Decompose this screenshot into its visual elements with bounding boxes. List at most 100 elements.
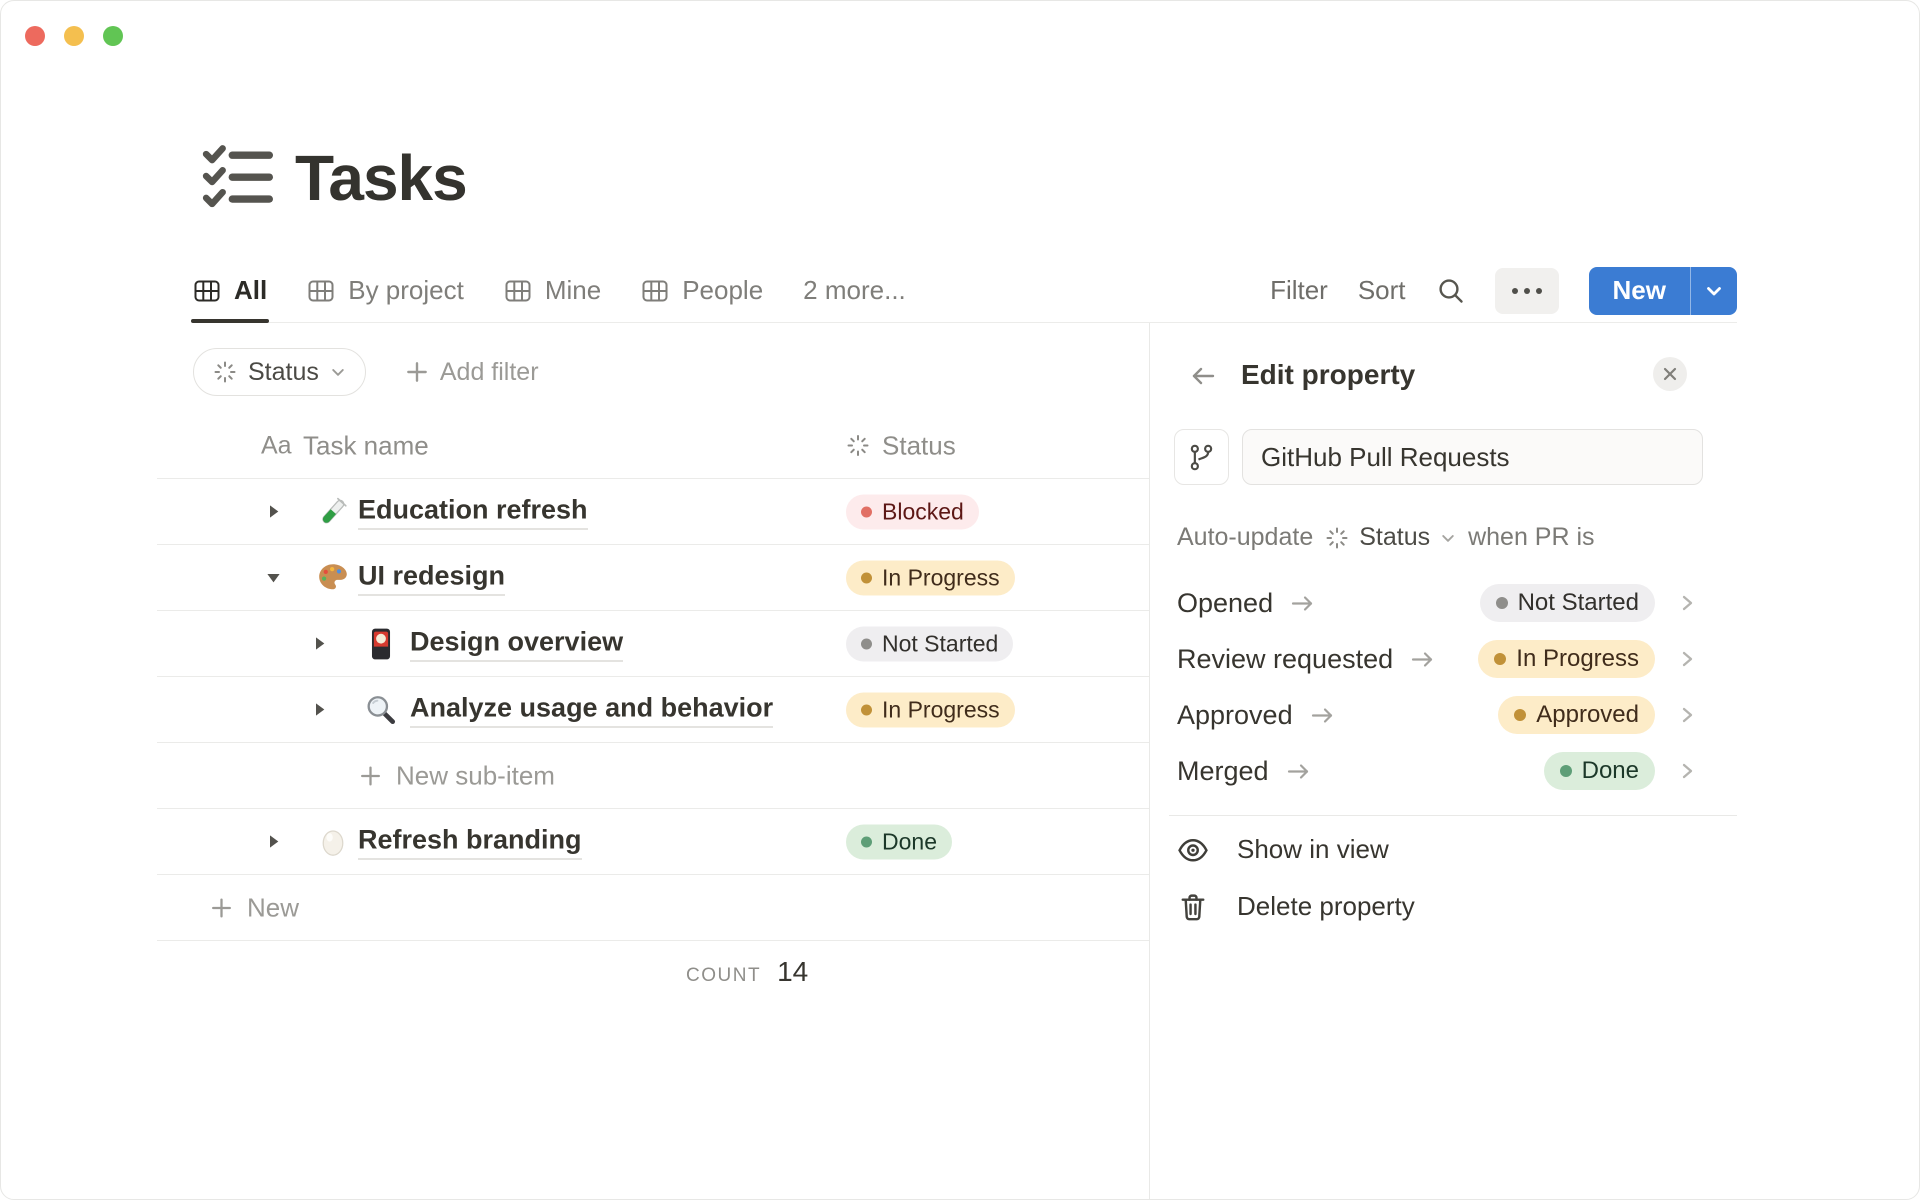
status-label: Done: [1581, 757, 1639, 784]
expand-toggle-icon[interactable]: [259, 498, 287, 526]
status-dot: [1495, 597, 1508, 609]
status-burst-icon: [1326, 527, 1348, 548]
status-badge[interactable]: Done: [1543, 752, 1655, 790]
table-row: UI redesign In Progress: [157, 545, 1149, 611]
arrow-right-icon: [1409, 646, 1436, 673]
task-name-link[interactable]: Design overview: [410, 626, 624, 661]
status-badge[interactable]: Done: [846, 824, 952, 859]
tasks-table: Aa Task name Status Education refresh Bl…: [157, 413, 1149, 1003]
task-name-link[interactable]: UI redesign: [358, 560, 506, 595]
status-filter-chip[interactable]: Status: [193, 348, 366, 396]
minimize-window-button[interactable]: [64, 26, 84, 46]
chevron-down-icon: [1707, 286, 1721, 295]
tab-label: All: [234, 275, 268, 305]
action-label: Show in view: [1237, 834, 1389, 864]
mapping-row-approved[interactable]: Approved Approved: [1177, 687, 1697, 743]
mapping-row-review-requested[interactable]: Review requested In Progress: [1177, 631, 1697, 687]
view-toolbar: Filter Sort New: [1270, 266, 1737, 315]
mapping-row-merged[interactable]: Merged Done: [1177, 743, 1697, 799]
property-name-row: [1174, 429, 1703, 485]
zoom-window-button[interactable]: [103, 26, 123, 46]
count-label: COUNT: [686, 965, 762, 986]
auto-update-status-select[interactable]: Status: [1325, 523, 1456, 552]
table-icon: [642, 280, 668, 301]
chevron-down-icon: [330, 364, 346, 380]
close-window-button[interactable]: [25, 26, 45, 46]
column-header-status[interactable]: Status: [846, 430, 956, 461]
status-badge[interactable]: Blocked: [846, 494, 979, 529]
app-window: Tasks All By project Mine People 2 more.…: [0, 0, 1920, 1200]
panel-title: Edit property: [1241, 359, 1416, 390]
status-label: Not Started: [882, 630, 999, 656]
table-row: Education refresh Blocked: [157, 479, 1149, 545]
auto-update-row: Auto-update Status when PR is: [1177, 523, 1595, 552]
chevron-right-icon[interactable]: [1677, 761, 1697, 781]
new-button[interactable]: New: [1589, 267, 1690, 315]
checklist-icon: [201, 141, 275, 215]
flower-card-icon: [363, 626, 399, 662]
task-name-link[interactable]: Analyze usage and behavior: [410, 692, 774, 727]
table-icon: [505, 280, 531, 301]
tab-all[interactable]: All: [190, 259, 270, 323]
arrow-right-icon: [1285, 758, 1312, 785]
chevron-down-icon: [1442, 534, 1454, 542]
delete-property-button[interactable]: Delete property: [1177, 878, 1697, 935]
status-dot: [1559, 765, 1572, 777]
count-calculation[interactable]: COUNT 14: [686, 956, 808, 988]
expand-toggle-icon[interactable]: [259, 828, 287, 856]
task-name-link[interactable]: Refresh branding: [358, 824, 582, 859]
action-label: Delete property: [1237, 891, 1415, 921]
filter-button[interactable]: Filter: [1270, 275, 1328, 306]
table-row: Analyze usage and behavior In Progress: [157, 677, 1149, 743]
show-in-view-button[interactable]: Show in view: [1177, 821, 1697, 878]
expand-toggle-icon[interactable]: [305, 696, 333, 724]
tab-people[interactable]: People: [641, 259, 763, 322]
status-badge[interactable]: In Progress: [1478, 640, 1655, 678]
back-arrow-icon[interactable]: [1188, 361, 1218, 396]
expand-toggle-icon[interactable]: [305, 630, 333, 658]
tab-by-project[interactable]: By project: [307, 259, 464, 322]
git-branch-icon[interactable]: [1174, 429, 1229, 485]
status-badge[interactable]: Approved: [1498, 696, 1655, 734]
tab-label: People: [682, 275, 764, 305]
column-header-task-name[interactable]: Task name: [303, 430, 429, 461]
pr-event-label: Review requested: [1177, 643, 1394, 674]
status-label: In Progress: [882, 564, 1000, 590]
mapping-row-opened[interactable]: Opened Not Started: [1177, 575, 1697, 631]
tab-label: Mine: [544, 275, 602, 305]
close-icon[interactable]: [1653, 357, 1687, 391]
tab-label: 2 more...: [803, 275, 906, 305]
panel-header: Edit property: [1150, 355, 1737, 399]
status-badge[interactable]: In Progress: [846, 692, 1015, 727]
collapse-toggle-icon[interactable]: [259, 564, 287, 592]
status-badge[interactable]: Not Started: [1479, 584, 1655, 622]
status-badge[interactable]: Not Started: [846, 626, 1014, 661]
tab-more-views[interactable]: 2 more...: [803, 259, 906, 322]
pr-status-mappings: Opened Not Started Review requested In P…: [1177, 575, 1697, 799]
add-filter-button[interactable]: Add filter: [404, 358, 539, 387]
plus-icon: [407, 362, 427, 382]
status-dot: [861, 572, 872, 583]
more-options-button[interactable]: [1494, 267, 1559, 314]
page-title: Tasks: [295, 142, 468, 214]
property-name-input[interactable]: [1242, 429, 1703, 485]
arrow-right-icon: [1309, 702, 1336, 729]
chevron-right-icon[interactable]: [1677, 705, 1697, 725]
tab-mine[interactable]: Mine: [504, 259, 601, 322]
status-burst-icon: [214, 361, 236, 383]
status-dot: [861, 638, 872, 649]
count-value: 14: [777, 956, 809, 987]
chevron-right-icon[interactable]: [1677, 649, 1697, 669]
new-dropdown-button[interactable]: [1691, 267, 1737, 315]
edit-property-panel: Edit property Auto-update: [1150, 323, 1737, 1199]
window-controls: [25, 26, 123, 46]
search-icon[interactable]: [1436, 276, 1465, 305]
new-sub-item-row[interactable]: New sub-item: [157, 743, 1149, 809]
add-filter-label: Add filter: [439, 357, 539, 386]
chevron-right-icon[interactable]: [1677, 593, 1697, 613]
sort-button[interactable]: Sort: [1358, 275, 1406, 306]
new-task-row[interactable]: New: [157, 875, 1149, 941]
task-name-link[interactable]: Education refresh: [358, 494, 588, 529]
status-badge[interactable]: In Progress: [846, 560, 1015, 595]
view-tab-bar: All By project Mine People 2 more... Fil…: [190, 259, 1737, 323]
